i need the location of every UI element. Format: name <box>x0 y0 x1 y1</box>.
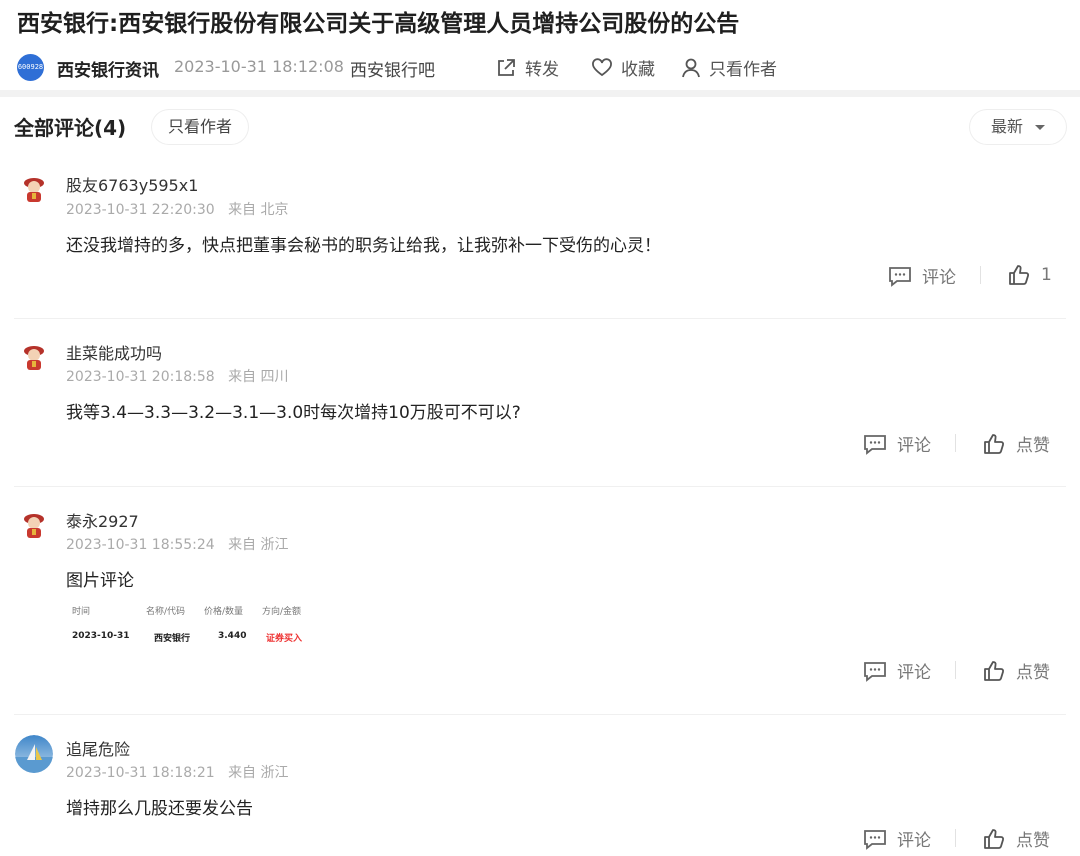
user-icon <box>682 58 700 77</box>
comment-timestamp: 2023-10-31 22:20:30 <box>66 202 215 218</box>
sailboat-avatar-icon <box>15 735 53 773</box>
like-label: 点赞 <box>1016 663 1050 683</box>
author-only-label: 只看作者 <box>709 60 777 80</box>
comment-time: 2023-10-31 20:18:58 来自 四川 <box>66 366 289 386</box>
avatar[interactable] <box>18 172 50 204</box>
comment-location: 来自 浙江 <box>228 765 289 781</box>
comment-text: 图片评论 <box>66 571 134 591</box>
share-icon <box>498 58 515 76</box>
like-button[interactable]: 点赞 <box>982 658 1050 683</box>
trade-direction: 证券买入 <box>266 634 303 644</box>
bar-link[interactable]: 西安银行吧 <box>350 56 435 81</box>
share-label: 转发 <box>525 60 559 80</box>
trade-stock: 西安银行 <box>154 634 191 644</box>
comment-username[interactable]: 泰永2927 <box>66 508 139 532</box>
comment-location: 来自 北京 <box>228 202 289 218</box>
reply-button[interactable]: 评论 <box>863 826 931 851</box>
section-divider <box>0 90 1080 97</box>
comment-username[interactable]: 追尾危险 <box>66 736 130 760</box>
post-time: 2023-10-31 18:12:08 <box>174 57 344 76</box>
comment-time: 2023-10-31 18:18:21 来自 浙江 <box>66 762 289 782</box>
god-of-wealth-icon <box>18 340 50 372</box>
source-name[interactable]: 西安银行资讯 <box>57 56 159 81</box>
comment-divider <box>14 486 1066 487</box>
reply-label: 评论 <box>922 268 956 288</box>
comment-text: 我等3.4—3.3—3.2—3.1—3.0时每次增持10万股可不可以? <box>66 403 521 423</box>
thumbs-up-icon <box>984 660 1005 681</box>
comments-author-only-button[interactable]: 只看作者 <box>152 110 248 144</box>
comment-icon <box>864 434 886 455</box>
like-button[interactable]: 1 <box>1007 263 1052 287</box>
comment-username[interactable]: 韭菜能成功吗 <box>66 340 162 364</box>
god-of-wealth-icon <box>18 172 50 204</box>
share-button[interactable]: 转发 <box>495 55 559 80</box>
comment-location: 来自 浙江 <box>228 537 289 553</box>
post-meta: 600928 西安银行资讯 2023-10-31 18:12:08 西安银行吧 … <box>17 52 1077 82</box>
comment-time: 2023-10-31 22:20:30 来自 北京 <box>66 199 289 219</box>
author-only-button[interactable]: 只看作者 <box>681 55 777 80</box>
comment-location: 来自 四川 <box>228 369 289 385</box>
trade-header-price: 价格/数量 <box>204 607 244 617</box>
thumbs-up-icon <box>984 433 1005 454</box>
comment-text: 还没我增持的多，快点把董事会秘书的职务让给我，让我弥补一下受伤的心灵！ <box>66 236 661 256</box>
avatar[interactable] <box>18 340 50 372</box>
like-button[interactable]: 点赞 <box>982 431 1050 456</box>
comments-title: 全部评论(4) <box>14 116 127 140</box>
avatar[interactable] <box>18 508 50 540</box>
like-button[interactable]: 点赞 <box>982 826 1050 851</box>
trade-price: 3.440 <box>218 631 247 641</box>
trade-image[interactable]: 时间 名称/代码 价格/数量 方向/金额 2023-10-31 西安银行 3.4… <box>66 600 326 650</box>
reply-label: 评论 <box>897 663 931 683</box>
comment-divider <box>14 714 1066 715</box>
comment-text: 增持那么几股还要发公告 <box>66 799 253 819</box>
like-label: 点赞 <box>1016 436 1050 456</box>
comment-timestamp: 2023-10-31 18:18:21 <box>66 765 215 781</box>
trade-header-time: 时间 <box>72 607 91 617</box>
reply-label: 评论 <box>897 831 931 851</box>
sort-dropdown[interactable]: 最新 <box>970 110 1066 144</box>
reply-button[interactable]: 评论 <box>863 658 931 683</box>
like-count: 1 <box>1041 265 1052 285</box>
god-of-wealth-icon <box>18 508 50 540</box>
favorite-button[interactable]: 收藏 <box>591 55 655 80</box>
comment-divider <box>14 318 1066 319</box>
like-label: 点赞 <box>1016 831 1050 851</box>
comment-time: 2023-10-31 18:55:24 来自 浙江 <box>66 534 289 554</box>
action-divider <box>955 661 956 679</box>
trade-header-name: 名称/代码 <box>146 607 186 617</box>
reply-button[interactable]: 评论 <box>888 263 956 288</box>
chevron-down-icon <box>1035 125 1045 130</box>
trade-header-direction: 方向/金额 <box>262 607 302 617</box>
source-logo: 600928 <box>17 54 44 81</box>
favorite-label: 收藏 <box>621 60 655 80</box>
comment-timestamp: 2023-10-31 18:55:24 <box>66 537 215 553</box>
action-divider <box>955 829 956 847</box>
comment-icon <box>864 829 886 850</box>
trade-date: 2023-10-31 <box>72 631 130 641</box>
comment-icon <box>889 266 911 287</box>
thumbs-up-icon <box>984 828 1005 849</box>
heart-icon <box>592 57 612 76</box>
reply-button[interactable]: 评论 <box>863 431 931 456</box>
thumbs-up-icon <box>1009 265 1030 285</box>
action-divider <box>955 434 956 452</box>
comment-icon <box>864 661 886 682</box>
sort-label: 最新 <box>991 117 1024 136</box>
comment-timestamp: 2023-10-31 20:18:58 <box>66 369 215 385</box>
post-title: 西安银行:西安银行股份有限公司关于高级管理人员增持公司股份的公告 <box>17 11 740 37</box>
comment-username[interactable]: 股友6763y595x1 <box>66 172 198 196</box>
action-divider <box>980 266 981 284</box>
avatar[interactable] <box>15 735 53 773</box>
reply-label: 评论 <box>897 436 931 456</box>
